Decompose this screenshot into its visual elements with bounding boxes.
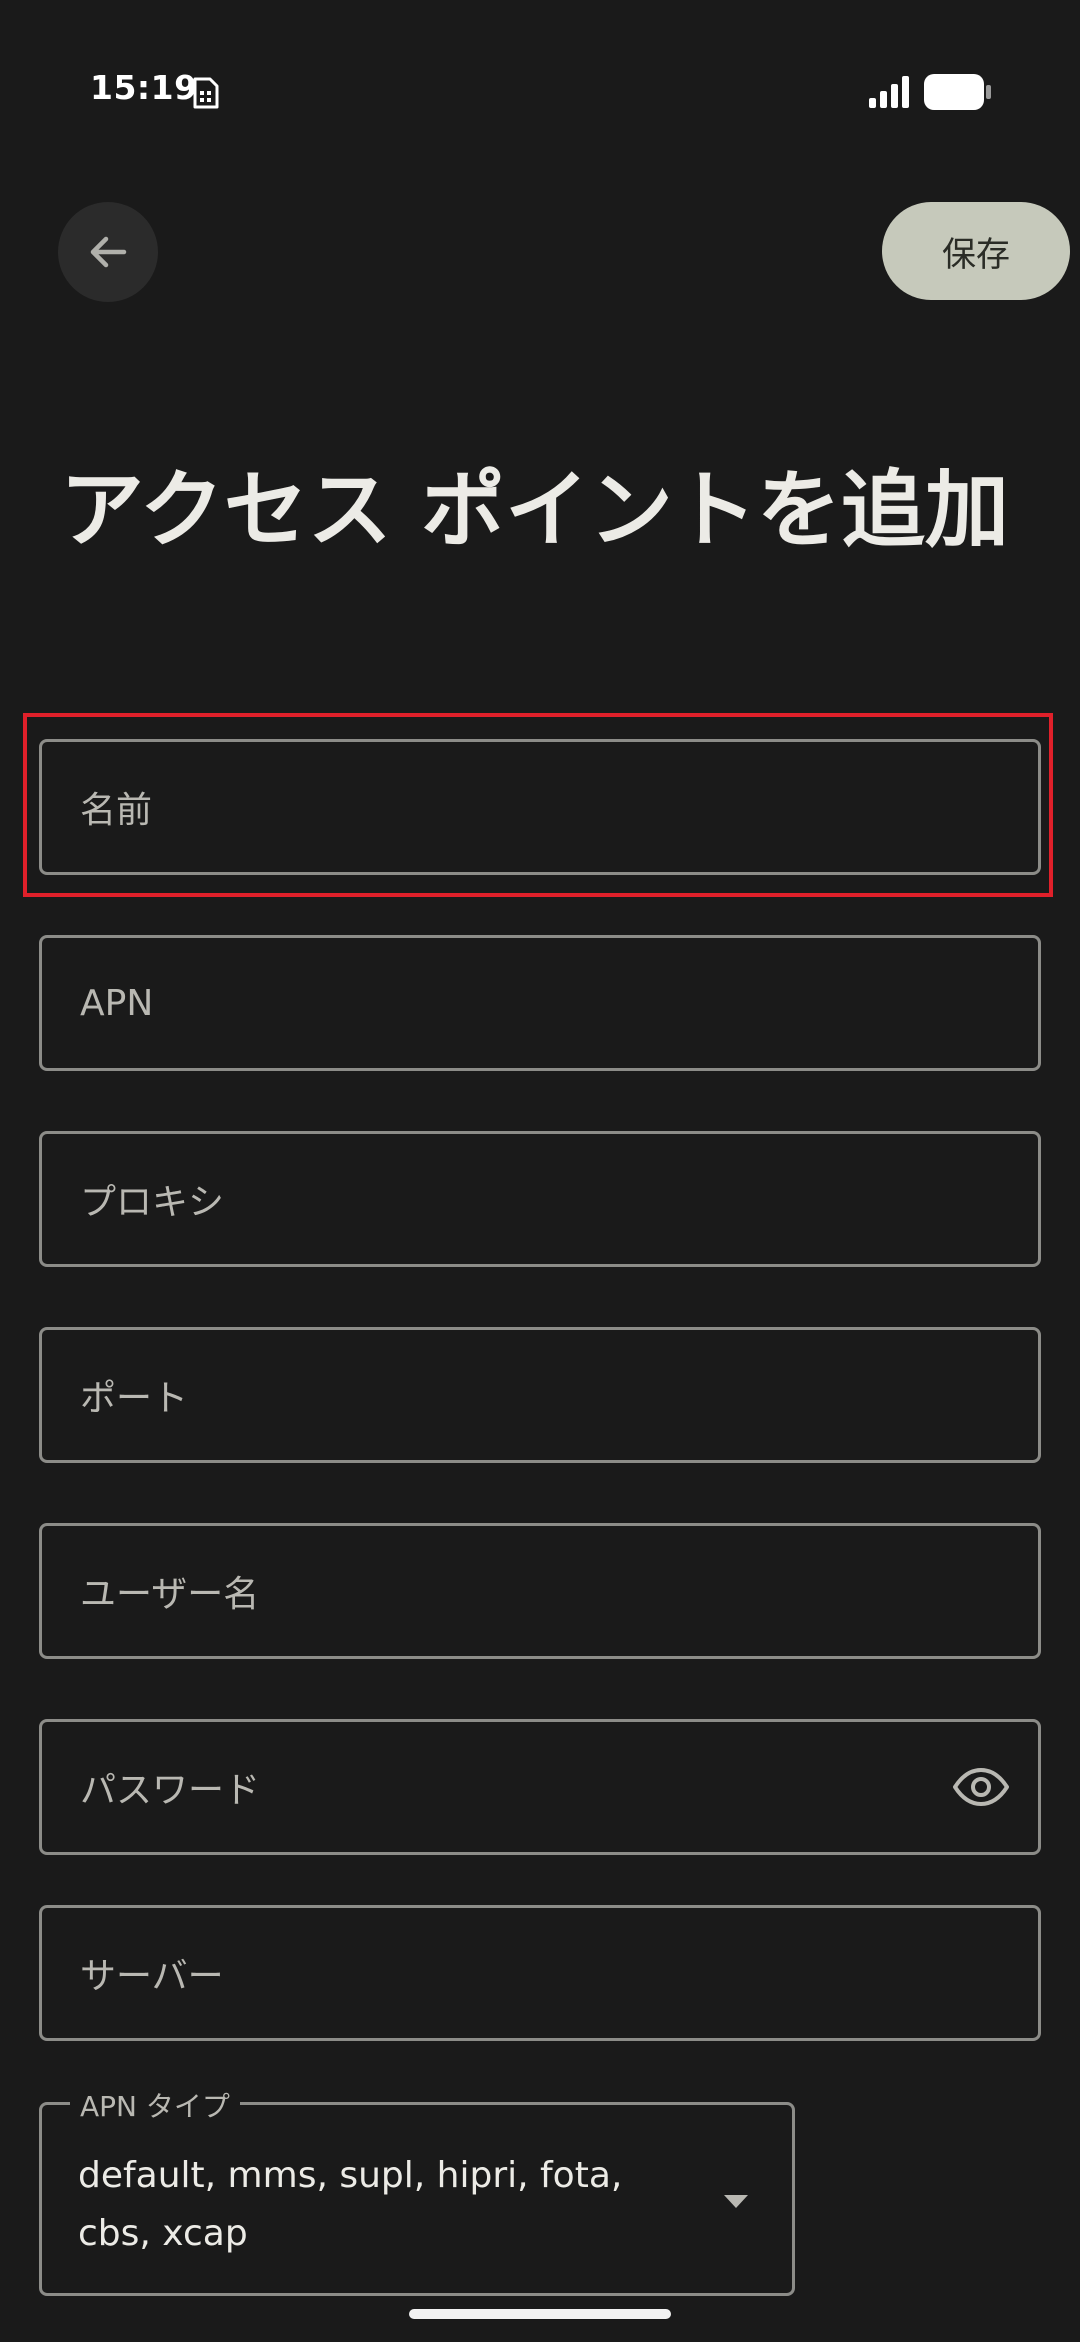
apn-type-select[interactable]: APN タイプ default, mms, supl, hipri, fota,… [39, 2085, 795, 2296]
password-field[interactable]: パスワード [39, 1719, 1041, 1855]
page-title: アクセス ポイントを追加 [60, 461, 1010, 559]
status-bar: 15:19 [0, 0, 1080, 180]
eye-icon[interactable] [952, 1767, 1010, 1807]
dropdown-arrow-icon[interactable] [724, 2195, 748, 2208]
name-field-placeholder: 名前 [80, 790, 153, 831]
apn-field-placeholder: APN [80, 982, 154, 1024]
name-field[interactable]: 名前 [39, 739, 1041, 875]
arrow-left-icon [90, 236, 127, 268]
home-indicator[interactable] [409, 2309, 671, 2319]
username-field[interactable]: ユーザー名 [39, 1523, 1041, 1659]
password-field-placeholder: パスワード [80, 1770, 261, 1811]
back-button[interactable] [58, 202, 158, 302]
port-field[interactable]: ポート [39, 1327, 1041, 1463]
apn-field[interactable]: APN [39, 935, 1041, 1071]
status-time: 15:19 [90, 68, 198, 107]
port-field-placeholder: ポート [80, 1378, 189, 1419]
server-field-placeholder: サーバー [80, 1956, 224, 1997]
apn-type-value: default, mms, supl, hipri, fota, cbs, xc… [78, 2155, 623, 2254]
username-field-placeholder: ユーザー名 [80, 1574, 260, 1615]
apn-type-label: APN タイプ [70, 2085, 240, 2125]
signal-icon [869, 76, 909, 108]
sim-card-icon [193, 77, 219, 109]
server-field[interactable]: サーバー [39, 1905, 1041, 2041]
battery-icon [924, 74, 991, 110]
proxy-field-placeholder: プロキシ [80, 1182, 225, 1223]
proxy-field[interactable]: プロキシ [39, 1131, 1041, 1267]
save-button[interactable]: 保存 [882, 202, 1070, 300]
